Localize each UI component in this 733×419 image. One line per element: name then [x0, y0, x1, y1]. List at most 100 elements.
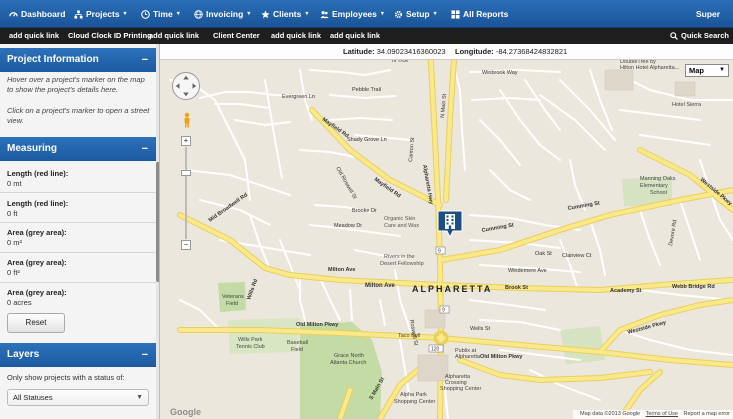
map-label: Tennis Club: [236, 344, 265, 350]
collapse-icon[interactable]: −: [142, 343, 148, 367]
divider: [0, 282, 156, 283]
map-label: School: [650, 190, 667, 196]
reset-button[interactable]: Reset: [7, 313, 65, 333]
map-label: Alpha Park: [400, 392, 427, 398]
nav-clients[interactable]: Clients ▾: [261, 0, 308, 28]
chevron-down-icon: ▾: [305, 11, 309, 17]
project-info-help-hover: Hover over a project's marker on the map…: [7, 75, 145, 94]
pan-control[interactable]: [172, 72, 200, 100]
terms-link[interactable]: Terms of Use: [646, 411, 678, 417]
area-ft2-label: Area (grey area):: [7, 258, 67, 267]
nav-projects-label: Projects: [86, 9, 120, 19]
sitemap-icon: [74, 9, 83, 19]
map-label: Old Milton Pkwy: [480, 354, 523, 360]
quick-search-label: Quick Search: [681, 31, 729, 40]
map-label: Milton Ave: [365, 283, 396, 289]
map-label: Winbrook Way: [482, 70, 518, 76]
map-label: Hotel Sierra: [672, 102, 702, 108]
nav-dashboard[interactable]: Dashboard: [9, 0, 65, 28]
nav-all-reports[interactable]: All Reports: [451, 0, 508, 28]
map-label: Veterans: [222, 294, 244, 300]
map-type-select[interactable]: Map ▼: [685, 64, 729, 77]
area-m2-value: 0 m²: [7, 238, 22, 247]
google-logo: Google: [170, 407, 201, 417]
globe-icon: [194, 9, 203, 19]
chevron-down-icon: ▾: [247, 11, 251, 17]
top-navigation-bar: Dashboard Projects ▾ Time ▾ Invoicing ▾ …: [0, 0, 733, 28]
search-icon: [670, 32, 678, 40]
quick-search-button[interactable]: Quick Search: [670, 28, 729, 44]
length-ft-label: Length (red line):: [7, 199, 69, 208]
quick-link-cloud-clock[interactable]: Cloud Clock ID Printing: [68, 28, 152, 44]
longitude-readout: Longitude: -84.27368424832821: [455, 44, 567, 60]
map-data-credit: Map data ©2013 Google: [580, 411, 641, 417]
map-label: Hilton Hotel Alpharetta...: [620, 65, 680, 71]
zoom-in-button[interactable]: +: [181, 136, 191, 146]
zoom-out-button[interactable]: −: [181, 240, 191, 250]
measuring-header[interactable]: Measuring −: [0, 137, 156, 161]
quick-link[interactable]: add quick link: [149, 28, 199, 44]
nav-time-label: Time: [153, 9, 173, 19]
nav-projects[interactable]: Projects ▾: [74, 0, 127, 28]
chevron-down-icon: ▾: [123, 11, 127, 17]
status-select-value: All Statuses: [13, 393, 53, 402]
nav-all-reports-label: All Reports: [463, 9, 509, 19]
speedometer-icon: [9, 11, 18, 17]
status-select[interactable]: All Statuses ▼: [7, 389, 149, 406]
quick-link-client-center[interactable]: Client Center: [213, 28, 260, 44]
street-view-pegman-icon[interactable]: [182, 112, 192, 128]
map-label: Atlanta Church: [330, 360, 366, 366]
zoom-slider-thumb[interactable]: [181, 170, 191, 176]
map-label: Care and Wax: [384, 223, 419, 229]
collapse-icon[interactable]: −: [142, 137, 148, 161]
area-m2-label: Area (grey area):: [7, 228, 67, 237]
map-label: Windemere Ave: [508, 268, 547, 274]
latitude-readout: Latitude: 34.09023416360023: [343, 44, 446, 60]
quick-link[interactable]: add quick link: [271, 28, 321, 44]
user-menu[interactable]: Super: [696, 0, 720, 28]
nav-setup[interactable]: Setup ▾: [394, 0, 437, 28]
quick-link[interactable]: add quick link: [330, 28, 380, 44]
people-icon: [320, 10, 329, 18]
nav-invoicing[interactable]: Invoicing ▾: [194, 0, 250, 28]
map-label: Baseball: [287, 340, 308, 346]
map-canvas[interactable]: N Trce Winbrook Way DoubleTree by Hilton…: [160, 44, 733, 419]
star-icon: [261, 9, 270, 18]
map-type-value: Map: [689, 66, 704, 75]
nav-employees[interactable]: Employees ▾: [320, 0, 384, 28]
chevron-down-icon: ▼: [719, 67, 725, 73]
area-acres-label: Area (grey area):: [7, 288, 67, 297]
zoom-slider-track[interactable]: [185, 147, 187, 239]
user-name: Super: [696, 9, 721, 19]
report-error-link[interactable]: Report a map error: [684, 411, 730, 417]
map-label: Shady Grove Ln: [347, 137, 387, 143]
project-information-header[interactable]: Project Information −: [0, 48, 156, 72]
map-label: Grace North: [334, 353, 364, 359]
map-label: Evergreen Ln: [282, 94, 315, 100]
nav-dashboard-label: Dashboard: [21, 9, 66, 19]
longitude-value: -84.27368424832821: [495, 47, 568, 56]
quick-links-bar: add quick link Cloud Clock ID Printing a…: [0, 28, 733, 44]
collapse-icon[interactable]: −: [142, 48, 148, 72]
project-marker-building-icon[interactable]: [436, 209, 464, 239]
nav-employees-label: Employees: [332, 9, 377, 19]
nav-setup-label: Setup: [406, 9, 430, 19]
map-label: Brook St: [505, 285, 528, 291]
length-ft-value: 0 ft: [7, 209, 18, 218]
map-label: Shopping Center: [394, 399, 435, 405]
length-mt-label: Length (red line):: [7, 169, 69, 178]
map-label: Elementary: [640, 183, 668, 189]
gear-icon: [394, 10, 403, 18]
nav-time[interactable]: Time ▾: [141, 0, 180, 28]
divider: [0, 222, 156, 223]
map-label: Meadow Dr: [334, 223, 362, 229]
map-label: Oak St: [535, 251, 552, 257]
map-label: Alpharetta: [455, 354, 481, 360]
svg-text:9: 9: [438, 249, 441, 255]
latitude-value: 34.09023416360023: [376, 47, 446, 56]
nav-invoicing-label: Invoicing: [206, 9, 244, 19]
map-label: Shopping Center: [440, 386, 481, 392]
layers-header[interactable]: Layers −: [0, 343, 156, 367]
quick-link[interactable]: add quick link: [9, 28, 59, 44]
map-label: Academy St: [610, 288, 642, 294]
